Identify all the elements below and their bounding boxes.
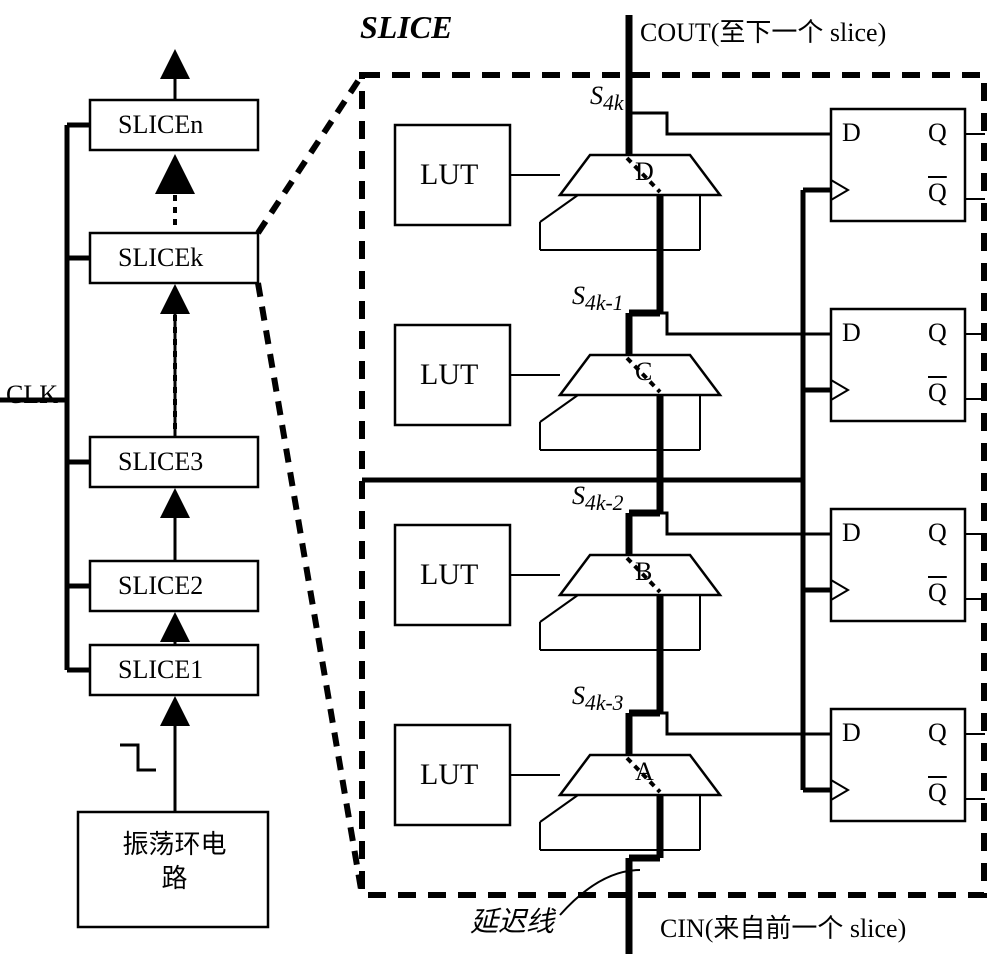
lut-c-label: LUT [420, 358, 478, 392]
tap-s4k2: S4k-2 [572, 481, 623, 516]
ff-b-Qbar: Q [928, 578, 947, 608]
ff-c-Q: Q [928, 318, 947, 348]
mux-c-id: C [635, 357, 652, 387]
cin-label: CIN(来自前一个 slice) [660, 908, 906, 945]
lut-a-label: LUT [420, 758, 478, 792]
ff-c-D: D [842, 318, 861, 348]
tap-d [629, 113, 831, 134]
mux-d-id: D [635, 157, 654, 187]
ff-a-Q: Q [928, 718, 947, 748]
expand-line-top [258, 75, 362, 233]
slice-3-label: SLICE3 [118, 447, 203, 477]
slice-k-label: SLICEk [118, 243, 203, 273]
ff-d-D: D [842, 118, 861, 148]
ff-d-Q: Q [928, 118, 947, 148]
ff-b-Q: Q [928, 518, 947, 548]
mux-a-id: A [635, 757, 654, 787]
cout-label: COUT(至下一个 slice) [640, 12, 886, 49]
mux-b-id: B [635, 557, 652, 587]
lut-b-label: LUT [420, 558, 478, 592]
slice-n-label: SLICEn [118, 110, 203, 140]
tap-s4k3: S4k-3 [572, 681, 623, 716]
clk-label: CLK [6, 380, 58, 410]
ff-a-Qbar: Q [928, 778, 947, 808]
expand-line-bottom [258, 283, 362, 895]
tap-s4k: S4k [590, 81, 623, 116]
slice-2-label: SLICE2 [118, 571, 203, 601]
tap-s4k1: S4k-1 [572, 281, 623, 316]
lut-d-label: LUT [420, 158, 478, 192]
ff-c-Qbar: Q [928, 378, 947, 408]
ff-b-D: D [842, 518, 861, 548]
delay-line-label: 延迟线 [470, 900, 554, 940]
step-icon [120, 745, 156, 770]
osc-label: 振荡环电路 [107, 828, 242, 896]
ff-a-D: D [842, 718, 861, 748]
slice-1-label: SLICE1 [118, 655, 203, 685]
ff-d-Qbar: Q [928, 178, 947, 208]
slice-title: SLICE [360, 9, 452, 46]
